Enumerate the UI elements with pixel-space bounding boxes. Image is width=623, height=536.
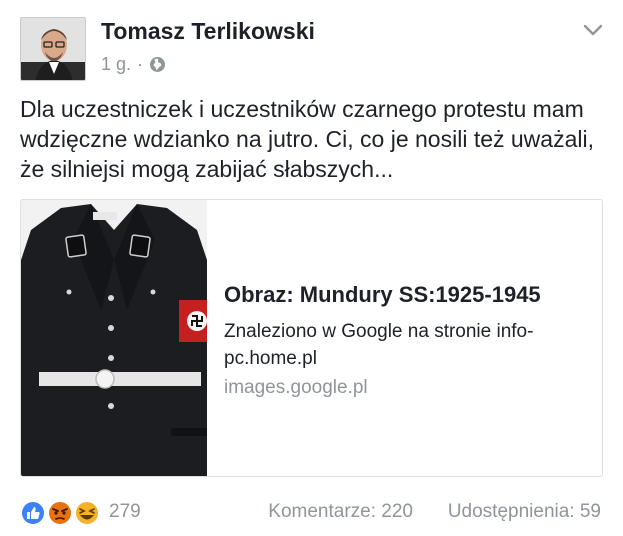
card-description: Znaleziono w Google na stronie info-pc.h… <box>224 321 534 369</box>
like-icon <box>20 500 46 526</box>
post-footer: 279 Komentarze: 220 Udostępnienia: 59 <box>20 498 603 528</box>
post-meta: 1 g. · <box>101 54 166 75</box>
avatar[interactable] <box>20 17 86 81</box>
meta-separator: · <box>137 54 144 74</box>
card-domain: images.google.pl <box>224 377 368 398</box>
chevron-down-icon[interactable] <box>582 22 604 38</box>
haha-icon <box>74 500 100 526</box>
card-image[interactable] <box>21 200 207 476</box>
comments-count-link[interactable]: Komentarze: 220 <box>268 501 413 523</box>
shares-count-link[interactable]: Udostępnienia: 59 <box>448 501 601 523</box>
post-timestamp[interactable]: 1 g. <box>101 54 131 75</box>
author-name[interactable]: Tomasz Terlikowski <box>101 18 315 45</box>
reaction-count[interactable]: 279 <box>109 501 141 523</box>
reactions-icons[interactable] <box>20 500 106 526</box>
post-text: Dla uczestniczek i uczestników czarnego … <box>20 96 594 182</box>
card-title[interactable]: Obraz: Mundury SS:1925-1945 <box>224 282 541 308</box>
globe-icon <box>149 56 166 73</box>
link-preview-card[interactable]: Obraz: Mundury SS:1925-1945 Znaleziono w… <box>20 199 603 477</box>
angry-icon <box>47 500 73 526</box>
